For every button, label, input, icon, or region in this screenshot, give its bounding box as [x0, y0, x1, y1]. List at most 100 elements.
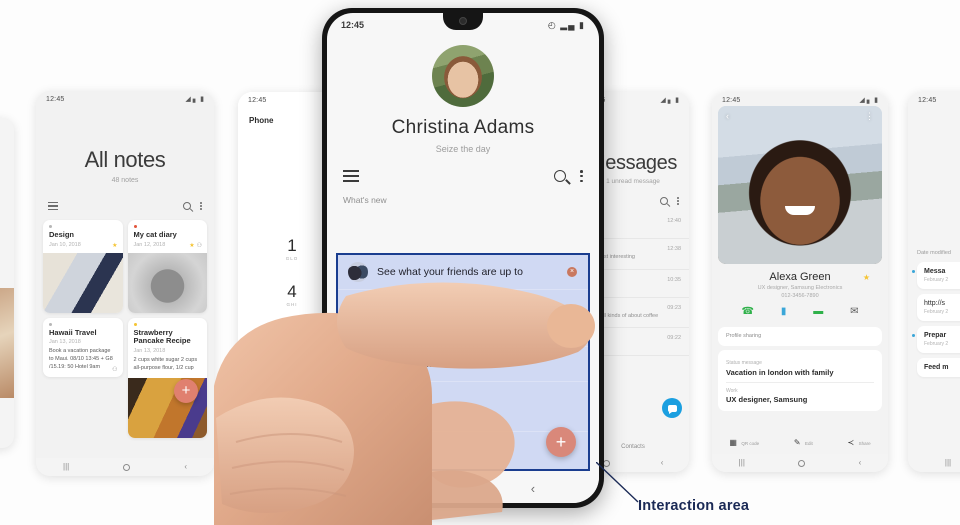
note-body: Book a vacation package to Maui. 08/10 1…: [49, 348, 113, 371]
phone-contact-detail[interactable]: 12:45 ◢ ▖ ▮ ‹ ⋮ Alexa Green ★ UX designe…: [712, 92, 888, 472]
navigation-bar: |||: [908, 454, 960, 472]
reminder-date: February 2: [924, 341, 949, 347]
search-icon[interactable]: [660, 197, 669, 206]
search-icon[interactable]: [183, 202, 192, 211]
message-time: 12:38: [667, 246, 681, 253]
interaction-area-content: See what your friends are up to × ★ Favo…: [338, 255, 588, 469]
home-icon[interactable]: [390, 482, 403, 494]
close-icon[interactable]: ×: [567, 267, 577, 277]
screen: 12:45 Date modified Messa February 2 htt…: [908, 92, 960, 472]
recents-icon[interactable]: |||: [945, 459, 951, 467]
recents-icon[interactable]: |||: [739, 459, 745, 467]
share-button[interactable]: ≺ Share: [847, 432, 870, 450]
status-bar: 12:45: [908, 92, 960, 104]
panel-header: Profile sharing: [726, 333, 762, 339]
hamburger-icon[interactable]: [343, 170, 359, 183]
note-title: My cat diary: [133, 230, 177, 240]
whats-new-banner[interactable]: See what your friends are up to ×: [338, 255, 588, 290]
back-icon[interactable]: ‹: [661, 459, 664, 467]
recents-icon[interactable]: |||: [63, 463, 69, 471]
edit-icon: ✎: [793, 438, 801, 447]
new-message-fab[interactable]: [662, 398, 682, 418]
contact-name: Alexa Green ★: [712, 271, 888, 283]
back-icon[interactable]: ‹: [859, 459, 862, 467]
note-color-dot: [133, 322, 137, 326]
message-icon[interactable]: ▮: [781, 307, 787, 317]
wifi-icon: ◢: [185, 96, 191, 103]
callout-label: Interaction area: [638, 498, 750, 514]
page-title: All notes: [84, 147, 166, 172]
contact-actions: ☎ ▮ ▬ ✉: [712, 299, 888, 327]
field-value: Vacation in london with family: [726, 367, 834, 377]
hero-screen: 12:45 ◴ ▂▄ ▮ Christina Adams Seize the d…: [327, 13, 599, 503]
edit-button[interactable]: ✎ Edit: [794, 432, 813, 450]
avatar[interactable]: [432, 45, 494, 107]
contact-list-item[interactable]: Lindsey Smith: [338, 347, 588, 382]
back-icon[interactable]: ‹: [726, 112, 729, 121]
contact-list-item[interactable]: Alexa green Vacation in london with fami…: [338, 309, 588, 347]
home-icon[interactable]: [798, 459, 806, 467]
qr-code-button[interactable]: ▦ QR code: [729, 432, 759, 450]
section-label-whats-new: What's new: [343, 195, 387, 206]
notes-header: All notes 48 notes: [36, 103, 214, 194]
home-icon[interactable]: [123, 463, 131, 471]
status-icons: ◢ ▖ ▮: [185, 96, 204, 103]
star-icon: ★: [350, 294, 359, 304]
hamburger-icon[interactable]: [48, 202, 58, 211]
note-date: Jan 13, 2018: [49, 339, 81, 346]
contact-name-text: Alexa Green: [769, 271, 831, 283]
contact-name: Lindsey Smith: [377, 357, 443, 370]
reminder-item[interactable]: Messa February 2: [912, 262, 960, 289]
contact-list-item[interactable]: A: [338, 397, 588, 432]
phone-gallery-partial[interactable]: [0, 118, 14, 448]
note-title: Strawberry Pancake Recipe: [133, 327, 191, 346]
contact-fields-panel: Status message Vacation in london with f…: [718, 350, 882, 411]
phone-notes[interactable]: 12:45 ◢ ▖ ▮ All notes 48 notes Design Ja…: [36, 91, 214, 476]
profile-name: Christina Adams: [391, 117, 535, 138]
reminder-date: February 2: [924, 277, 949, 283]
kebab-icon[interactable]: [677, 197, 679, 206]
contact-bottom-actions: ▦ QR code ✎ Edit ≺ Share: [712, 428, 888, 454]
kebab-icon[interactable]: ⋮: [865, 112, 874, 121]
interaction-area-highlight: See what your friends are up to × ★ Favo…: [336, 253, 590, 471]
battery-icon: ▮: [675, 97, 679, 104]
back-icon[interactable]: ‹: [184, 463, 187, 471]
reminder-item[interactable]: Prepar February 2: [912, 326, 960, 353]
note-card[interactable]: Hawaii Travel Jan 13, 2018 Book a vacati…: [43, 317, 123, 378]
reminder-item[interactable]: Feed m: [917, 358, 960, 377]
search-icon[interactable]: [554, 170, 567, 183]
status-time: 12:45: [248, 97, 267, 104]
navigation-bar: ||| ‹: [36, 458, 214, 476]
add-note-fab[interactable]: +: [174, 379, 198, 403]
contact-status: Vacation in london with family: [377, 329, 476, 339]
reminder-item[interactable]: http://s February 2: [917, 294, 960, 321]
phone-reminders[interactable]: 12:45 Date modified Messa February 2 htt…: [908, 92, 960, 472]
note-date: Jan 10, 2018: [49, 241, 81, 248]
unread-dot-icon: [912, 270, 915, 273]
status-time: 12:45: [341, 20, 365, 30]
favorite-star-icon[interactable]: ★: [863, 273, 870, 282]
call-icon[interactable]: ☎: [741, 307, 753, 317]
email-icon[interactable]: ✉: [850, 307, 858, 317]
contact-avatar: [348, 403, 368, 424]
hero-toolbar: [327, 154, 599, 183]
add-contact-fab[interactable]: +: [546, 427, 576, 457]
banner-text: See what your friends are up to: [377, 266, 523, 278]
action-label: QR code: [741, 441, 760, 446]
back-icon[interactable]: ‹: [531, 482, 535, 495]
note-card[interactable]: My cat diary Jan 12, 2018 ★ ⚇: [127, 220, 207, 313]
note-title: Design: [49, 230, 75, 240]
action-label: Edit: [804, 441, 813, 446]
note-title: Hawaii Travel: [49, 327, 97, 337]
kebab-icon[interactable]: [580, 170, 583, 183]
qr-code-icon: ▦: [729, 438, 737, 447]
video-call-icon[interactable]: ▬: [813, 307, 823, 317]
note-card[interactable]: Strawberry Pancake Recipe Jan 13, 2018 2…: [127, 317, 207, 438]
hero-phone[interactable]: 12:45 ◴ ▂▄ ▮ Christina Adams Seize the d…: [322, 8, 604, 508]
sort-header[interactable]: Date modified: [908, 104, 960, 262]
note-card[interactable]: Design Jan 10, 2018 ★: [43, 220, 123, 313]
contact-field: Work UX designer, Samsung: [726, 381, 874, 404]
message-time: 09:22: [667, 335, 681, 342]
voice-note-icon: ⚇: [196, 242, 202, 249]
kebab-icon[interactable]: [200, 202, 202, 211]
